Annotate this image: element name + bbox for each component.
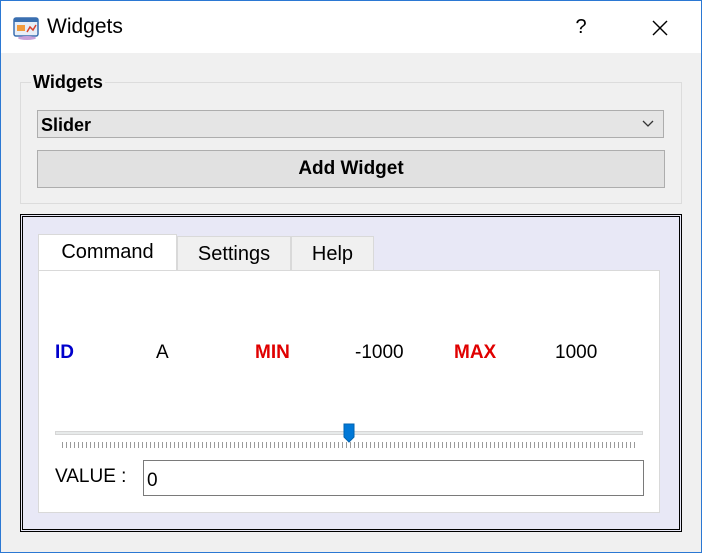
tab-command[interactable]: Command [38,234,177,272]
value-input[interactable] [143,460,644,496]
add-widget-button[interactable]: Add Widget [37,150,665,188]
max-label: MAX [454,342,497,363]
tab-help[interactable]: Help [291,236,374,272]
tab-settings[interactable]: Settings [177,236,291,272]
id-value: A [156,342,169,363]
slider-handle[interactable] [343,423,355,443]
value-label: VALUE : [55,466,127,487]
close-icon[interactable] [645,13,675,43]
widget-type-combobox[interactable]: Slider [37,110,664,138]
max-value: 1000 [555,342,598,363]
id-label: ID [55,342,74,363]
min-value: -1000 [355,342,404,363]
window-title: Widgets [47,15,123,38]
min-label: MIN [255,342,290,363]
app-icon [13,17,39,40]
combobox-value: Slider [41,115,92,135]
help-button[interactable]: ? [567,13,595,41]
chevron-down-icon [642,120,654,127]
groupbox-label: Widgets [31,72,105,93]
title-bar: Widgets ? [1,1,701,53]
